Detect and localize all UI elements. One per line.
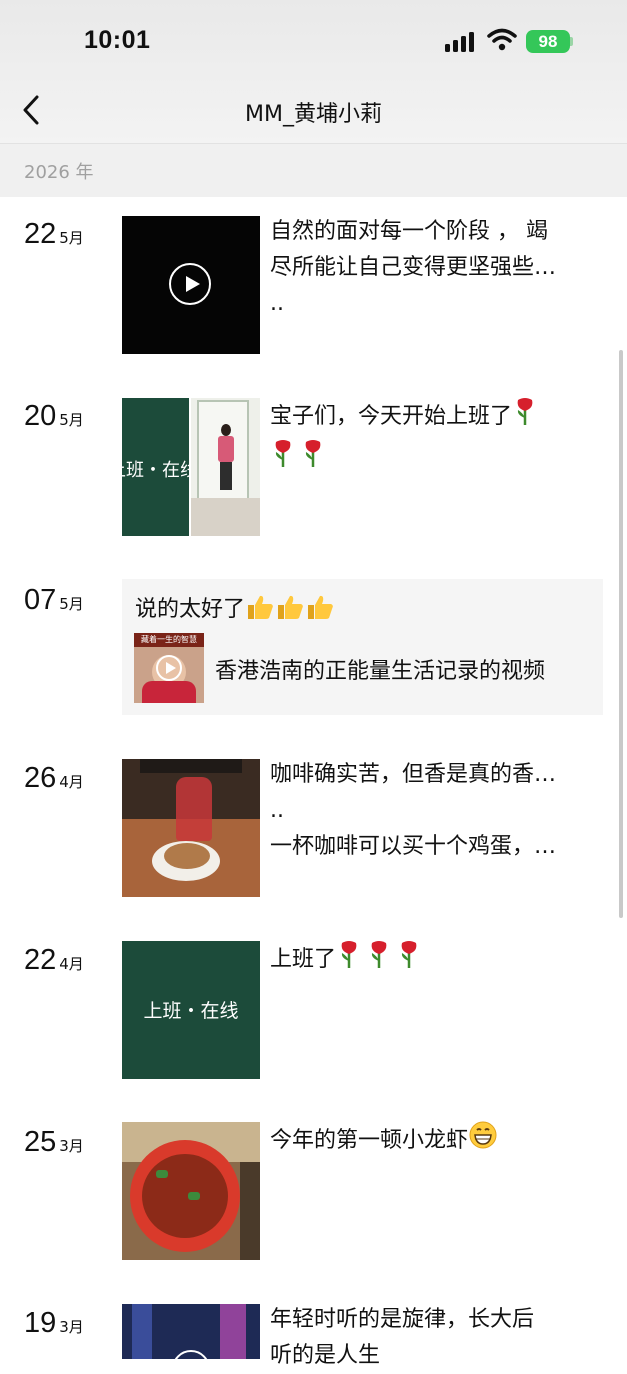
post-text[interactable]: 今年的第一顿小龙虾	[270, 1120, 595, 1162]
post-text-line: 年轻时听的是旋律，长大后	[270, 1307, 535, 1332]
rose-emoji	[366, 939, 392, 981]
shared-video-thumbnail: 藏着一生的智慧	[134, 633, 204, 703]
post-photo-crayfish[interactable]	[122, 1122, 260, 1260]
post-date: 20 5月	[24, 400, 84, 433]
rose-emoji	[270, 438, 296, 480]
photo-mirror-selfie	[191, 398, 260, 536]
post-photo-coffee[interactable]	[122, 759, 260, 897]
grin-emoji	[468, 1120, 498, 1162]
post-day: 22	[24, 944, 57, 976]
post-text-line: 宝子们，今天开始上班了	[270, 404, 513, 429]
photo-card-text: 上班・在线	[122, 460, 189, 481]
photo-card-text: 上班・在线	[143, 1000, 239, 1022]
post-month: 4月	[59, 773, 84, 791]
post-text[interactable]: 咖啡确实苦，但香是真的香… .. 一杯咖啡可以买十个鸡蛋，…	[270, 757, 595, 865]
battery-icon: 98	[526, 30, 570, 53]
post-month: 3月	[59, 1137, 84, 1155]
play-icon	[169, 263, 211, 305]
comment-text: 说的太好了	[135, 597, 246, 622]
post-text[interactable]: 上班了	[270, 939, 595, 981]
post-text-line: 尽所能让自己变得更坚强些…	[270, 255, 557, 280]
shared-video-title: 香港浩南的正能量生活记录的视频	[215, 659, 546, 684]
battery-level: 98	[538, 31, 558, 51]
post-day: 22	[24, 218, 57, 250]
post-day: 20	[24, 400, 57, 432]
post-text-line: 上班了	[270, 947, 337, 972]
photo-green-card: 上班・在线	[122, 398, 189, 536]
post-date: 22 5月	[24, 218, 84, 251]
post-month: 5月	[59, 229, 84, 247]
rose-emoji	[336, 939, 362, 981]
year-section-header	[0, 143, 627, 197]
post-text[interactable]: 自然的面对每一个阶段 ， 竭 尽所能让自己变得更坚强些… ..	[270, 214, 595, 322]
rose-emoji	[396, 939, 422, 981]
post-month: 4月	[59, 955, 84, 973]
wifi-icon	[487, 28, 517, 51]
post-day: 19	[24, 1307, 57, 1339]
post-text-line: 听的是人生	[270, 1343, 381, 1368]
post-month: 5月	[59, 595, 84, 613]
signal-icon	[445, 32, 477, 52]
post-comment: 说的太好了	[135, 591, 335, 627]
page-title: MM_黄埔小莉	[245, 102, 382, 127]
status-time: 10:01	[84, 26, 151, 54]
scrollbar[interactable]	[619, 350, 623, 918]
thumbs-up-emoji	[305, 593, 335, 627]
post-date: 25 3月	[24, 1126, 84, 1159]
play-icon	[172, 1350, 210, 1359]
post-text-line: 今年的第一顿小龙虾	[270, 1128, 469, 1153]
post-text-line: 咖啡确实苦，但香是真的香…	[270, 762, 557, 787]
post-video-thumbnail[interactable]	[122, 1304, 260, 1359]
thumbs-up-emoji	[275, 593, 305, 627]
post-text-line: ..	[270, 291, 284, 316]
post-date: 22 4月	[24, 944, 84, 977]
post-date: 19 3月	[24, 1307, 84, 1340]
play-icon	[156, 655, 182, 681]
post-photo-grid[interactable]: 上班・在线	[122, 398, 260, 536]
post-date: 07 5月	[24, 584, 84, 617]
post-text-line: 一杯咖啡可以买十个鸡蛋，…	[270, 834, 557, 859]
rose-emoji	[300, 438, 326, 480]
post-date: 26 4月	[24, 762, 84, 795]
post-photo-green-card[interactable]: 上班・在线	[122, 941, 260, 1079]
post-text[interactable]: 宝子们，今天开始上班了	[270, 396, 595, 480]
post-text[interactable]: 年轻时听的是旋律，长大后 听的是人生	[270, 1302, 595, 1374]
post-text-line: 自然的面对每一个阶段 ， 竭	[270, 219, 548, 244]
shared-thumb-caption: 藏着一生的智慧	[134, 633, 204, 647]
post-month: 3月	[59, 1318, 84, 1336]
thumbs-up-emoji	[245, 593, 275, 627]
post-day: 25	[24, 1126, 57, 1158]
post-video-thumbnail[interactable]	[122, 216, 260, 354]
post-day: 07	[24, 584, 57, 616]
battery-tip	[570, 37, 573, 46]
post-month: 5月	[59, 411, 84, 429]
rose-emoji	[512, 396, 538, 438]
year-label: 2026 年	[24, 162, 94, 183]
post-text-line: ..	[270, 798, 284, 823]
shared-video-card[interactable]: 说的太好了 藏着一生的智慧 香港浩南的正能量生活记录的视频	[122, 579, 603, 715]
post-day: 26	[24, 762, 57, 794]
